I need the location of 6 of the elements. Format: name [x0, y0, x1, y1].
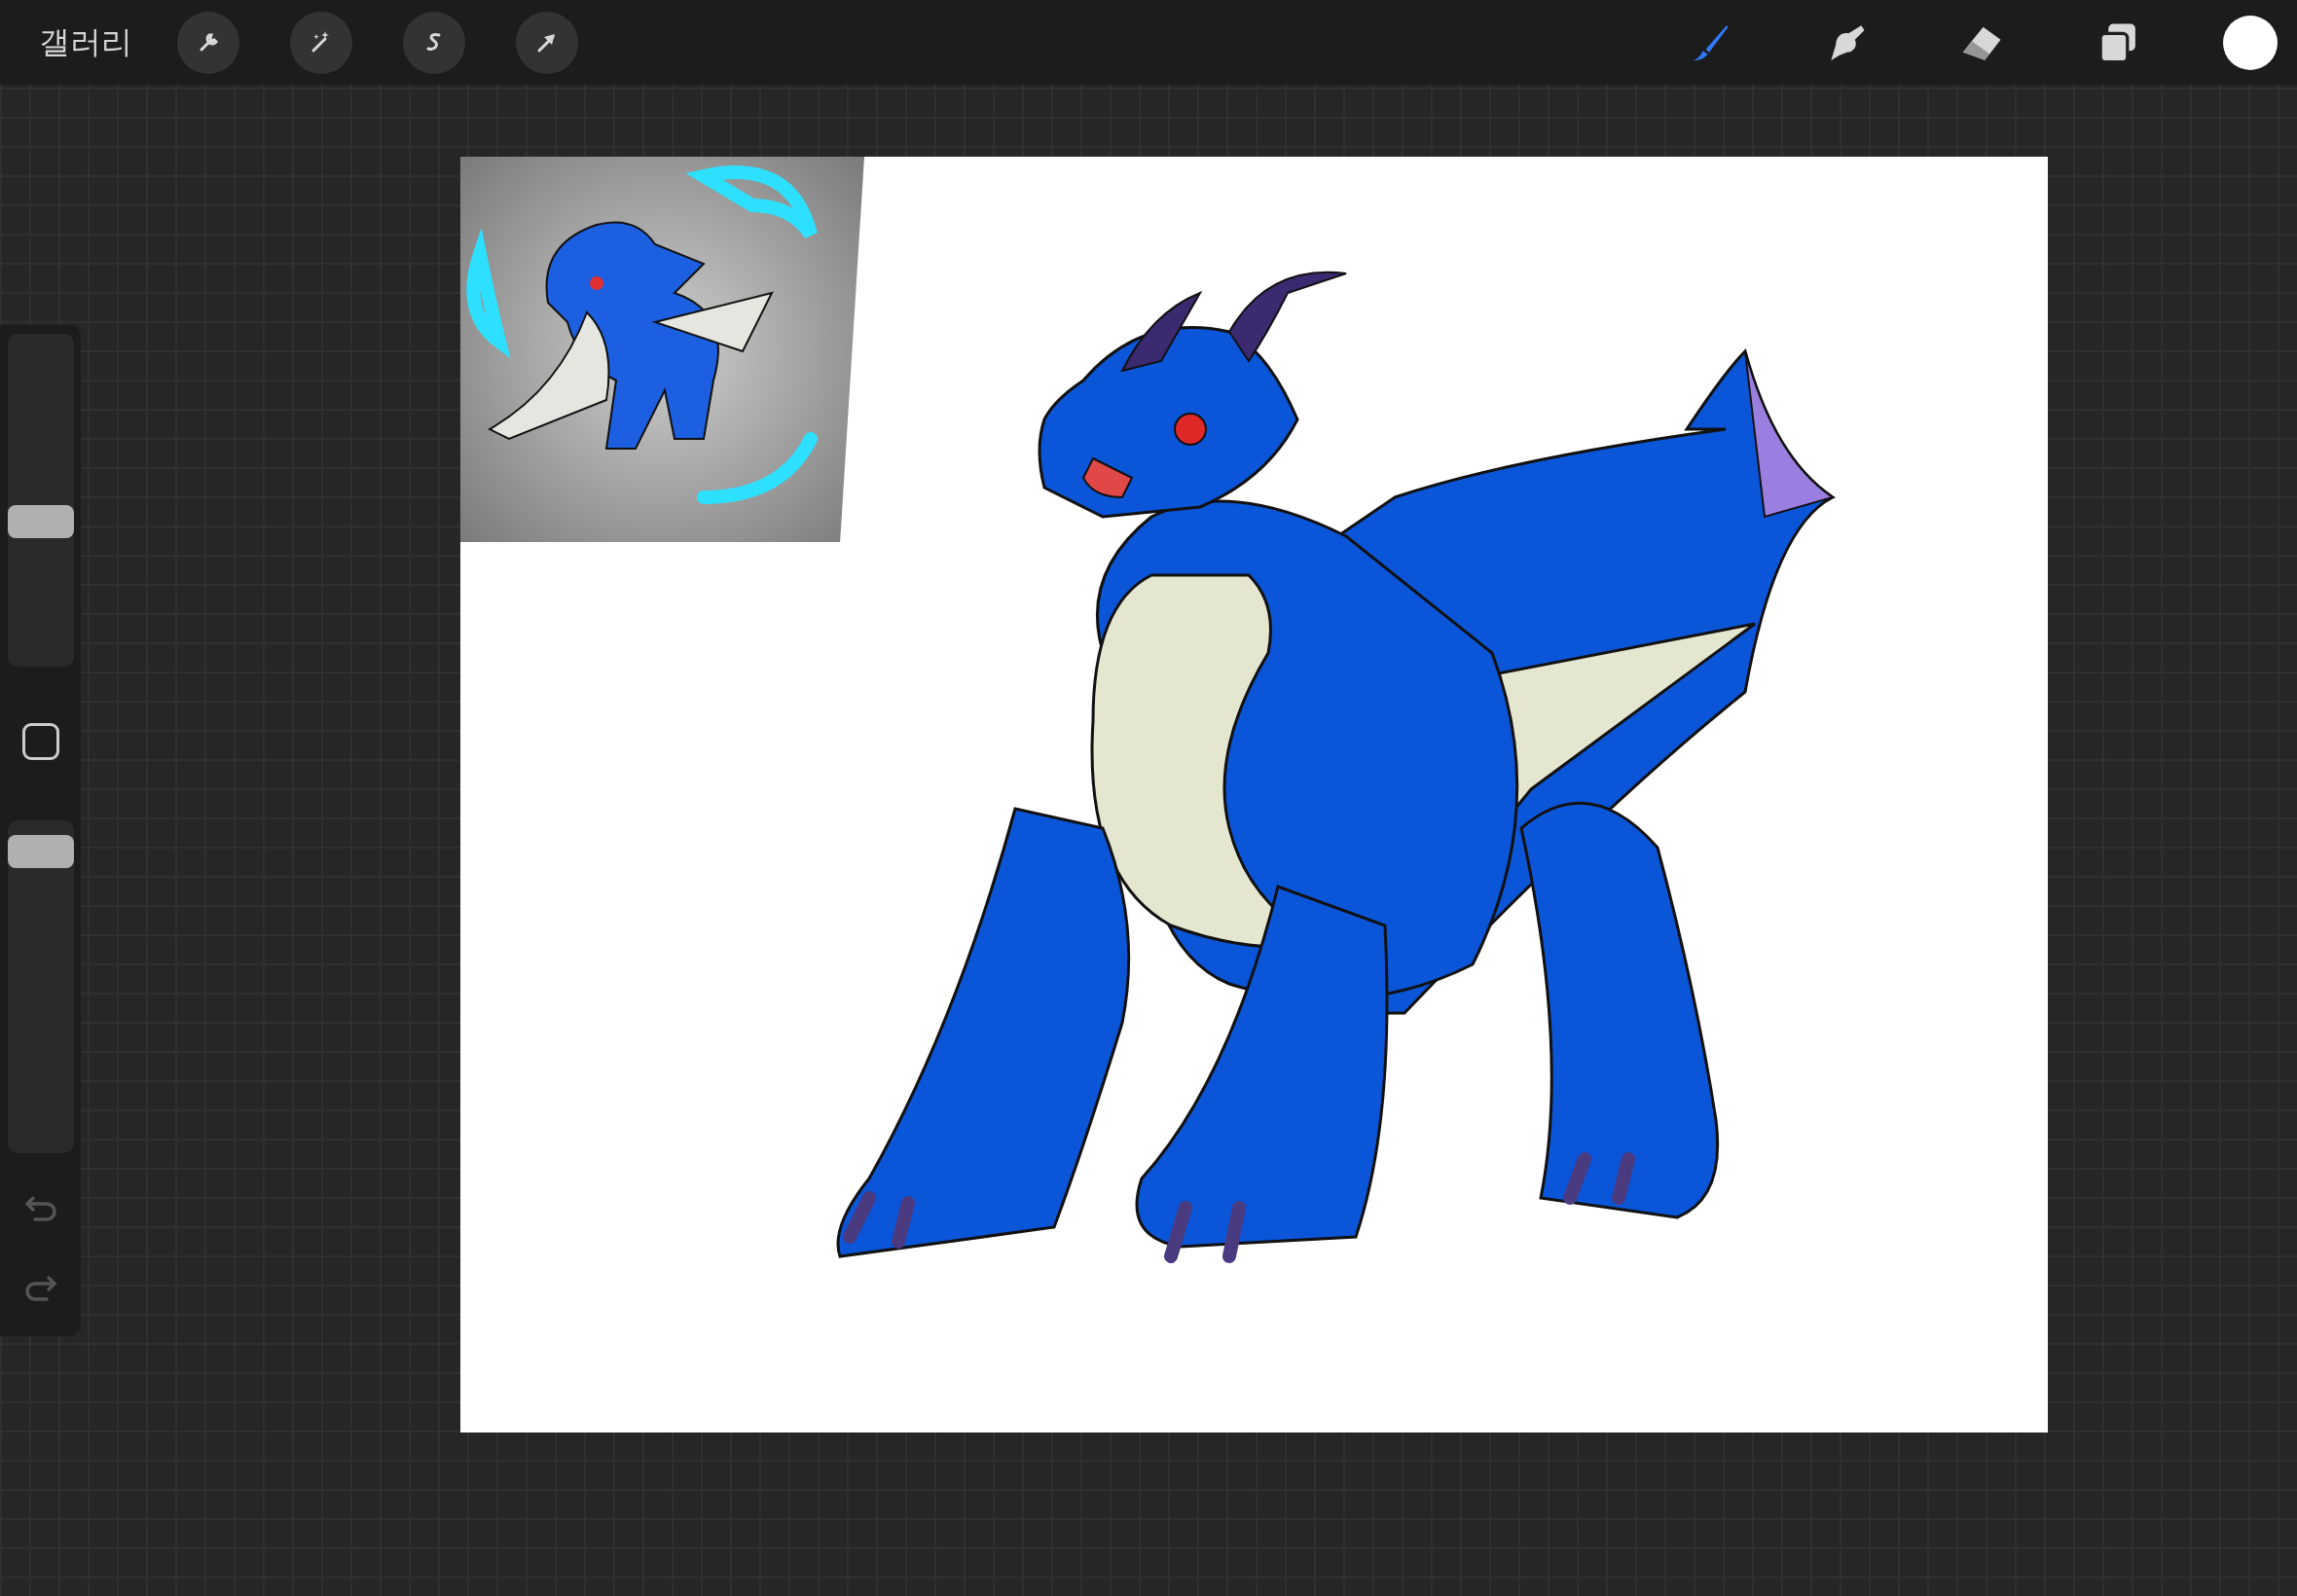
slider-handle[interactable] — [7, 504, 74, 538]
slider-handle[interactable] — [7, 835, 74, 869]
opacity-slider[interactable] — [7, 820, 74, 1153]
modify-button[interactable] — [21, 723, 59, 760]
gallery-button[interactable]: 갤러리 — [33, 17, 138, 68]
brush-size-slider[interactable] — [7, 334, 74, 667]
